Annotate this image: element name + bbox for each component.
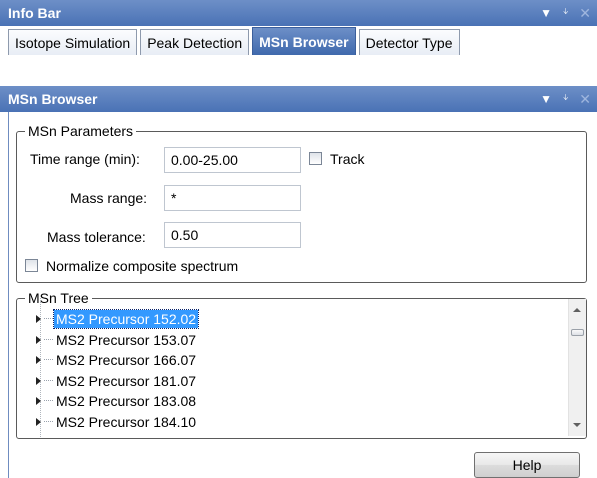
- expand-arrow-icon[interactable]: [36, 315, 41, 323]
- info-bar-titlebar: Info Bar ▼ ᛎ ✕: [0, 0, 597, 26]
- tree-connector: [44, 339, 53, 341]
- dropdown-triangle-icon[interactable]: ▼: [540, 0, 552, 26]
- tree-item-label: MS2 Precursor 183.08: [56, 393, 197, 409]
- tree-item[interactable]: MS2 Precursor 181.07: [16, 371, 198, 391]
- tree-connector: [44, 380, 53, 382]
- msn-tree: MS2 Precursor 152.02 MS2 Precursor 153.0…: [16, 298, 587, 439]
- pin-icon[interactable]: ᛎ: [562, 0, 569, 26]
- help-button[interactable]: Help: [474, 452, 580, 478]
- expand-arrow-icon[interactable]: [36, 377, 41, 385]
- panel-left-border: [8, 112, 9, 478]
- msn-tree-list: MS2 Precursor 152.02 MS2 Precursor 153.0…: [16, 298, 564, 437]
- mass-range-label: Mass range:: [70, 190, 148, 206]
- mass-tolerance-label: Mass tolerance:: [47, 229, 146, 245]
- tab-peak-detection[interactable]: Peak Detection: [140, 29, 250, 55]
- tree-connector: [44, 318, 53, 320]
- info-bar-title: Info Bar: [8, 5, 61, 21]
- track-label: Track: [330, 151, 365, 167]
- time-range-input[interactable]: [164, 147, 301, 173]
- tree-item-label: MS2 Precursor 184.10: [56, 414, 197, 430]
- tree-item[interactable]: MS2 Precursor 184.10: [16, 412, 198, 432]
- dropdown-triangle-icon[interactable]: ▼: [540, 86, 552, 112]
- expand-arrow-icon[interactable]: [36, 397, 41, 405]
- track-checkbox[interactable]: [309, 152, 322, 165]
- scroll-up-arrow-icon[interactable]: [573, 308, 581, 312]
- msn-browser-titlebar: MSn Browser ▼ ᛎ ✕: [0, 86, 597, 112]
- tree-item-label: MS2 Precursor 166.07: [56, 352, 197, 368]
- tree-item[interactable]: MS2 Precursor 166.07: [16, 350, 198, 370]
- mass-tolerance-input[interactable]: [164, 222, 301, 248]
- expand-arrow-icon[interactable]: [36, 418, 41, 426]
- tree-vertical-scrollbar[interactable]: [568, 299, 586, 436]
- scroll-thumb[interactable]: [571, 329, 584, 336]
- tab-isotope-simulation[interactable]: Isotope Simulation: [8, 29, 138, 55]
- close-icon[interactable]: ✕: [579, 0, 591, 26]
- pin-icon[interactable]: ᛎ: [562, 86, 569, 112]
- time-range-label: Time range (min):: [30, 151, 140, 167]
- close-icon[interactable]: ✕: [579, 86, 591, 112]
- scroll-down-arrow-icon[interactable]: [573, 423, 581, 427]
- normalize-checkbox[interactable]: [25, 259, 38, 272]
- tree-item[interactable]: MS2 Precursor 153.07: [16, 330, 198, 350]
- tree-item[interactable]: MS2 Precursor 183.08: [16, 391, 198, 411]
- expand-arrow-icon[interactable]: [36, 336, 41, 344]
- msn-parameters-legend: MSn Parameters: [25, 122, 137, 140]
- tree-connector: [44, 421, 53, 423]
- tree-item[interactable]: MS2 Precursor 152.02: [16, 309, 200, 329]
- tab-detector-type[interactable]: Detector Type: [358, 29, 460, 55]
- expand-arrow-icon[interactable]: [36, 356, 41, 364]
- msn-browser-title: MSn Browser: [8, 91, 98, 107]
- tree-connector: [44, 359, 53, 361]
- tab-row: Isotope Simulation Peak Detection MSn Br…: [8, 27, 460, 55]
- normalize-label: Normalize composite spectrum: [46, 258, 239, 274]
- tree-item-label: MS2 Precursor 181.07: [56, 373, 197, 389]
- tree-item-label: MS2 Precursor 153.07: [56, 332, 197, 348]
- tree-connector: [44, 400, 53, 402]
- mass-range-input[interactable]: [164, 185, 301, 211]
- tree-item-label: MS2 Precursor 152.02: [52, 309, 200, 329]
- tab-msn-browser[interactable]: MSn Browser: [252, 27, 356, 55]
